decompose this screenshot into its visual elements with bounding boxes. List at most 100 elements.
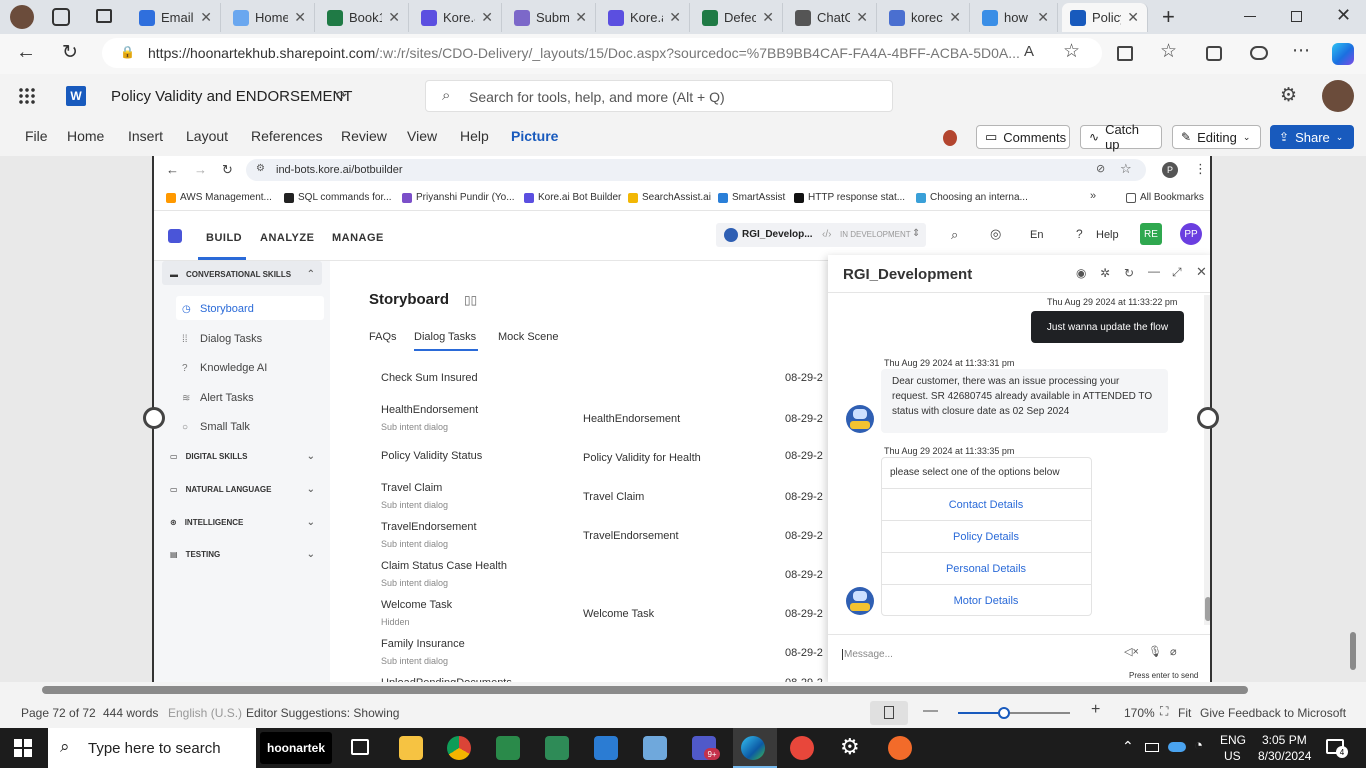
tab-layout[interactable]: Layout: [186, 128, 228, 144]
battery-icon[interactable]: [1145, 743, 1159, 752]
taskbar-search-box[interactable]: ⌕ Type here to search: [48, 728, 256, 768]
close-tab-icon[interactable]: ✕: [1037, 9, 1049, 26]
read-aloud-icon[interactable]: A: [1024, 43, 1034, 60]
edge-icon[interactable]: [741, 736, 765, 760]
close-tab-icon[interactable]: ✕: [949, 9, 961, 26]
close-tab-icon[interactable]: ✕: [856, 9, 868, 26]
image-resize-handle-left[interactable]: [143, 407, 165, 429]
browser-tab[interactable]: Kore.ai ✕: [600, 3, 690, 32]
language-status[interactable]: English (U.S.): [168, 706, 242, 720]
close-tab-icon[interactable]: ✕: [294, 9, 306, 26]
image-resize-handle-right[interactable]: [1197, 407, 1219, 429]
tab-home[interactable]: Home: [67, 128, 104, 144]
document-title[interactable]: Policy Validity and ENDORSEMENT: [111, 88, 352, 105]
close-tab-icon[interactable]: ✕: [762, 9, 774, 26]
lang-bottom[interactable]: US: [1224, 749, 1241, 763]
coauthor-avatar[interactable]: [943, 130, 957, 146]
files-app-icon[interactable]: [643, 736, 667, 760]
excel-chart-icon[interactable]: [545, 736, 569, 760]
windows-start-icon[interactable]: [14, 739, 32, 757]
comments-button[interactable]: ▭ Comments: [976, 125, 1070, 149]
browser-tab[interactable]: Home ✕: [225, 3, 315, 32]
refresh-icon[interactable]: ↻: [62, 41, 78, 64]
tab-insert[interactable]: Insert: [128, 128, 163, 144]
tab-references[interactable]: References: [251, 128, 323, 144]
minimize-icon[interactable]: [1244, 16, 1256, 17]
browser-tab[interactable]: Kore.ai ✕: [413, 3, 502, 32]
share-button[interactable]: ⇪ Share ⌄: [1270, 125, 1354, 149]
browser-essentials-icon[interactable]: [1250, 46, 1268, 60]
word-count[interactable]: 444 words: [103, 706, 158, 720]
browser-tab[interactable]: Subm ✕: [506, 3, 596, 32]
browser-tab[interactable]: ChatG ✕: [787, 3, 877, 32]
settings-taskbar-icon[interactable]: ⚙: [840, 734, 860, 760]
catch-up-button[interactable]: ∿ Catch up: [1080, 122, 1162, 152]
file-explorer-icon[interactable]: [399, 736, 423, 760]
task-view-icon[interactable]: [351, 739, 369, 755]
zoom-slider-thumb[interactable]: [998, 707, 1010, 719]
account-avatar[interactable]: [1322, 80, 1354, 112]
page-count[interactable]: Page 72 of 72: [21, 706, 96, 720]
embedded-screenshot-image[interactable]: ← → ↻ ⚙ ind-bots.kore.ai/botbuilder ⊘ ☆ …: [152, 156, 1212, 682]
pen-app-icon[interactable]: [888, 736, 912, 760]
zoom-in-icon[interactable]: +: [1091, 701, 1100, 719]
clock-date[interactable]: 8/30/2024: [1258, 749, 1311, 763]
chrome-icon[interactable]: [447, 736, 471, 760]
print-layout-icon[interactable]: [870, 701, 908, 725]
profile-avatar[interactable]: [10, 5, 34, 29]
tab-file[interactable]: File: [25, 128, 48, 144]
close-tab-icon[interactable]: ✕: [200, 9, 212, 26]
fit-icon[interactable]: ⛶: [1160, 704, 1168, 719]
tab-picture[interactable]: Picture: [511, 128, 558, 144]
close-tab-icon[interactable]: ✕: [388, 9, 400, 26]
snipping-tool-icon[interactable]: [790, 736, 814, 760]
lang-top[interactable]: ENG: [1220, 733, 1246, 747]
wifi-icon[interactable]: ◔: [1194, 737, 1203, 754]
feedback-link[interactable]: Give Feedback to Microsoft: [1200, 706, 1346, 720]
editor-suggestions[interactable]: Editor Suggestions: Showing: [246, 706, 399, 720]
hoonartek-logo[interactable]: hoonartek: [260, 732, 332, 764]
settings-gear-icon[interactable]: ⚙: [1280, 84, 1297, 107]
search-box[interactable]: ⌕ Search for tools, help, and more (Alt …: [425, 80, 893, 112]
close-tab-icon[interactable]: ✕: [481, 9, 493, 26]
editing-mode-button[interactable]: ✎ Editing ⌄: [1172, 125, 1261, 149]
document-vertical-scrollbar[interactable]: [1350, 632, 1356, 670]
browser-tab[interactable]: Email ✕: [131, 3, 221, 32]
document-horizontal-scrollbar[interactable]: [42, 686, 1248, 694]
restore-icon[interactable]: [1291, 11, 1302, 22]
back-icon[interactable]: ←: [16, 41, 36, 64]
zoom-slider[interactable]: [958, 707, 1070, 719]
tab-view[interactable]: View: [407, 128, 437, 144]
tray-chevron-up-icon[interactable]: ⌃: [1122, 738, 1134, 755]
media-app-icon[interactable]: [496, 736, 520, 760]
new-tab-icon[interactable]: +: [1162, 4, 1175, 30]
browser-tab[interactable]: how t ✕: [974, 3, 1058, 32]
favorite-star-icon[interactable]: ☆: [1063, 40, 1080, 63]
collections-icon[interactable]: [1206, 46, 1222, 61]
mail-icon[interactable]: [594, 736, 618, 760]
browser-tab[interactable]: Policy ✕: [1062, 3, 1148, 32]
fit-button[interactable]: Fit: [1178, 706, 1191, 720]
tab-help[interactable]: Help: [460, 128, 489, 144]
close-tab-icon[interactable]: ✕: [669, 9, 681, 26]
address-bar[interactable]: 🔒 https://hoonartekhub.sharepoint.com/:w…: [102, 38, 1102, 68]
zoom-level[interactable]: 170%: [1124, 706, 1155, 720]
zoom-out-icon[interactable]: —: [923, 702, 938, 719]
saved-status-icon[interactable]: ⟳: [336, 88, 347, 104]
browser-tab[interactable]: korec ✕: [881, 3, 970, 32]
clock-time[interactable]: 3:05 PM: [1262, 733, 1307, 747]
favorites-icon[interactable]: ☆: [1160, 40, 1177, 63]
more-icon[interactable]: ⋯: [1292, 40, 1310, 61]
close-tab-icon[interactable]: ✕: [575, 9, 587, 26]
browser-tab[interactable]: Defec ✕: [694, 3, 783, 32]
close-tab-icon[interactable]: ✕: [1127, 9, 1139, 26]
app-launcher-icon[interactable]: [18, 87, 36, 105]
onedrive-icon[interactable]: [1168, 742, 1186, 752]
browser-tab[interactable]: Book1 ✕: [319, 3, 409, 32]
tab-actions-icon[interactable]: [96, 9, 112, 23]
split-screen-icon[interactable]: [1117, 46, 1133, 61]
copilot-icon[interactable]: [1332, 43, 1354, 65]
close-window-icon[interactable]: ✕: [1336, 5, 1351, 26]
workspaces-icon[interactable]: [52, 8, 70, 26]
tab-review[interactable]: Review: [341, 128, 387, 144]
